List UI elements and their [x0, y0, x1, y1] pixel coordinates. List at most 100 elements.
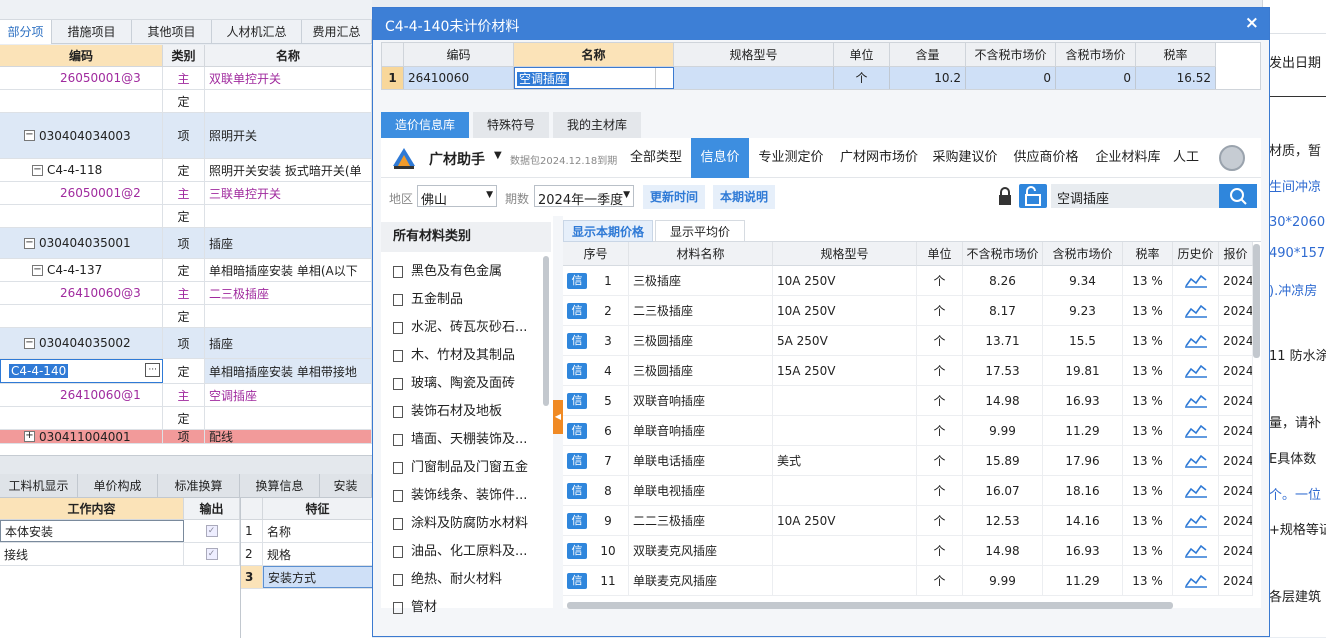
- history-chart-icon[interactable]: [1173, 386, 1219, 416]
- name-cell[interactable]: 插座: [205, 228, 372, 258]
- name-cell[interactable]: 配线: [205, 430, 372, 443]
- spec-cell[interactable]: [674, 67, 834, 89]
- price-row[interactable]: 信 5 双联音响插座个 14.98 16.93 13 % 2024: [563, 386, 1253, 416]
- price-inc-cell[interactable]: 0: [1056, 67, 1136, 89]
- period-note-button[interactable]: 本期说明: [713, 185, 775, 209]
- price-row[interactable]: 信 2 二三极插座 10A 250V 个 8.17 9.23 13 % 2024: [563, 296, 1253, 326]
- code-cell[interactable]: [0, 407, 163, 429]
- nav-enterprise-lib[interactable]: 企业材料库: [1087, 138, 1169, 178]
- price-row[interactable]: 信 11 单联麦克风插座 个 9.99 11.29 13 % 2024: [563, 566, 1253, 596]
- period-select[interactable]: 2024年一季度 ▼: [534, 185, 634, 208]
- update-time-button[interactable]: 更新时间: [643, 185, 705, 209]
- price-row[interactable]: 信 4 三极圆插座 15A 250V 个 17.53 19.81 13 % 2024: [563, 356, 1253, 386]
- history-chart-icon[interactable]: [1173, 446, 1219, 476]
- name-cell-input[interactable]: 空调插座: [514, 67, 674, 89]
- history-chart-icon[interactable]: [1173, 296, 1219, 326]
- feature-row[interactable]: 3 安装方式: [241, 566, 373, 589]
- tab-cuoshi[interactable]: 措施项目: [52, 20, 132, 44]
- grid-row[interactable]: −030404035001 项插座: [0, 228, 372, 259]
- name-cell[interactable]: 三联单控开关: [205, 182, 372, 204]
- region-select[interactable]: 佛山 ▼: [417, 185, 497, 208]
- name-cell[interactable]: 空调插座: [205, 384, 372, 406]
- tab-fenbu[interactable]: 部分项: [0, 20, 52, 44]
- grid-row[interactable]: − C4-4-137 定单相暗插座安装 单相(A以下: [0, 259, 372, 282]
- history-chart-icon[interactable]: [1173, 566, 1219, 596]
- name-cell[interactable]: 照明开关安装 扳式暗开关(单: [205, 159, 372, 181]
- price-vscrollbar[interactable]: [1253, 244, 1260, 358]
- price-row[interactable]: 信 3 三极圆插座 5A 250V 个 13.71 15.5 13 % 2024: [563, 326, 1253, 356]
- grid-row[interactable]: − C4-4-118 定照明开关安装 扳式暗开关(单: [0, 159, 372, 182]
- category-item[interactable]: 墙面、天棚装饰及...: [393, 426, 527, 454]
- tab-feiyong[interactable]: 费用汇总: [302, 20, 372, 44]
- history-chart-icon[interactable]: [1173, 476, 1219, 506]
- price-ex-cell[interactable]: 0: [966, 67, 1056, 89]
- code-cell[interactable]: 26050001@3: [0, 67, 163, 89]
- code-cell[interactable]: [0, 90, 163, 112]
- history-chart-icon[interactable]: [1173, 326, 1219, 356]
- category-item[interactable]: 黑色及有色金属: [393, 258, 502, 286]
- price-row[interactable]: 信 8 单联电视插座个 16.07 18.16 13 % 2024: [563, 476, 1253, 506]
- nav-market-price[interactable]: 广材网市场价: [833, 138, 925, 178]
- name-cell[interactable]: 单相暗插座安装 单相(A以下: [205, 259, 372, 281]
- category-scrollbar[interactable]: [543, 256, 549, 406]
- output-checkbox[interactable]: ✓: [184, 520, 240, 542]
- collapse-icon[interactable]: −: [32, 264, 43, 276]
- nav-professional-price[interactable]: 专业测定价: [749, 138, 833, 178]
- history-chart-icon[interactable]: [1173, 536, 1219, 566]
- category-item[interactable]: 管材: [393, 594, 437, 622]
- name-cell[interactable]: 双联单控开关: [205, 67, 372, 89]
- collapse-icon[interactable]: −: [24, 237, 35, 249]
- tab-special-symbols[interactable]: 特殊符号: [473, 112, 549, 138]
- expand-icon[interactable]: +: [24, 431, 35, 442]
- code-cell[interactable]: 26410060: [404, 67, 514, 89]
- close-icon[interactable]: ×: [1245, 13, 1259, 33]
- name-cell[interactable]: 单相暗插座安装 单相带接地: [205, 359, 372, 383]
- grid-row[interactable]: 定: [0, 305, 372, 328]
- nav-supplier-price[interactable]: 供应商价格: [1005, 138, 1087, 178]
- tab-my-materials[interactable]: 我的主材库: [553, 112, 641, 138]
- grid-row[interactable]: −030404035002 项插座: [0, 328, 372, 359]
- category-item[interactable]: 绝热、耐火材料: [393, 566, 502, 594]
- unit-cell[interactable]: 个: [834, 67, 890, 89]
- tab-price-library[interactable]: 造价信息库: [381, 112, 469, 138]
- code-cell[interactable]: C4-4-140 ···: [0, 359, 163, 383]
- grid-row[interactable]: 定: [0, 90, 372, 113]
- code-cell[interactable]: −030404035002: [0, 328, 163, 358]
- price-hscrollbar[interactable]: [567, 602, 1173, 609]
- history-chart-icon[interactable]: [1173, 506, 1219, 536]
- price-row[interactable]: 信 10 双联麦克风插座 个 14.98 16.93 13 % 2024: [563, 536, 1253, 566]
- tab-huansuan[interactable]: 换算信息: [240, 474, 320, 498]
- code-cell[interactable]: [0, 305, 163, 327]
- nav-labor[interactable]: 人工: [1169, 138, 1203, 178]
- history-chart-icon[interactable]: [1173, 266, 1219, 296]
- qty-cell[interactable]: 10.2: [890, 67, 966, 89]
- tab-gongliaoji[interactable]: 工料机显示: [0, 474, 78, 498]
- name-cell[interactable]: [205, 205, 372, 227]
- user-avatar-icon[interactable]: [1219, 145, 1245, 171]
- price-row[interactable]: 信 9 二二三极插座 10A 250V 个 12.53 14.16 13 % 2024: [563, 506, 1253, 536]
- material-search-input[interactable]: 空调插座: [1051, 184, 1219, 208]
- grid-row[interactable]: 26410060@1 主空调插座: [0, 384, 372, 407]
- nav-all-types[interactable]: 全部类型: [621, 138, 691, 178]
- name-cell[interactable]: 二三极插座: [205, 282, 372, 304]
- price-row[interactable]: 信 7 单联电话插座 美式个 15.89 17.96 13 % 2024: [563, 446, 1253, 476]
- tab-rencaiji[interactable]: 人材机汇总: [212, 20, 302, 44]
- history-chart-icon[interactable]: [1173, 356, 1219, 386]
- brand-dropdown-icon[interactable]: ▼: [494, 150, 502, 161]
- unlock-icon[interactable]: [1019, 184, 1047, 208]
- code-cell[interactable]: 26410060@1: [0, 384, 163, 406]
- category-item[interactable]: 水泥、砖瓦灰砂石...: [393, 314, 527, 342]
- code-cell[interactable]: − C4-4-137: [0, 259, 163, 281]
- category-item[interactable]: 玻璃、陶瓷及面砖: [393, 370, 515, 398]
- feature-row[interactable]: 2 规格: [241, 543, 373, 566]
- name-cell[interactable]: 照明开关: [205, 113, 372, 158]
- category-item[interactable]: 装饰石材及地板: [393, 398, 502, 426]
- collapse-handle[interactable]: ◀: [553, 400, 563, 434]
- category-item[interactable]: 油品、化工原料及...: [393, 538, 527, 566]
- collapse-icon[interactable]: −: [24, 130, 35, 141]
- lock-icon[interactable]: [997, 186, 1013, 206]
- grid-row[interactable]: 定: [0, 407, 372, 430]
- code-cell[interactable]: 26050001@2: [0, 182, 163, 204]
- name-cell[interactable]: [205, 407, 372, 429]
- name-cell[interactable]: [205, 90, 372, 112]
